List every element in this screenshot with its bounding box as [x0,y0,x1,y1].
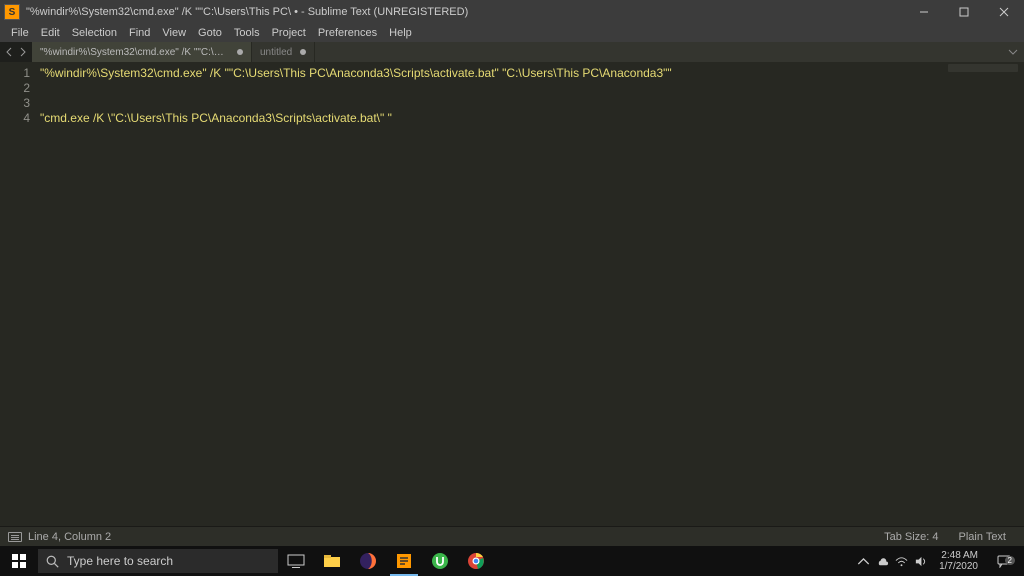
utorrent-button[interactable] [422,546,458,576]
tab-active[interactable]: "%windir%\System32\cmd.exe" /K ""C:\User… [32,42,252,62]
status-bar: Line 4, Column 2 Tab Size: 4 Plain Text [0,526,1024,546]
menu-preferences[interactable]: Preferences [313,27,382,39]
code-line[interactable]: "%windir%\System32\cmd.exe" /K ""C:\User… [40,66,1024,81]
status-tab-size[interactable]: Tab Size: 4 [874,531,948,543]
code-line[interactable] [40,96,1024,111]
tab-overflow[interactable] [315,42,1024,62]
volume-icon[interactable] [914,555,927,568]
system-tray[interactable]: 2:48 AM 1/7/2020 2 [851,546,1024,576]
status-position[interactable]: Line 4, Column 2 [28,531,111,543]
minimize-button[interactable] [904,0,944,24]
code-line[interactable] [40,81,1024,96]
menu-bar: File Edit Selection Find View Goto Tools… [0,24,1024,42]
line-number-gutter: 1 2 3 4 [0,62,40,526]
minimap[interactable] [948,64,1018,72]
onedrive-icon[interactable] [876,555,889,568]
search-placeholder: Type here to search [67,554,173,568]
menu-goto[interactable]: Goto [193,27,227,39]
menu-edit[interactable]: Edit [36,27,65,39]
tab-nav-arrows[interactable] [0,42,32,62]
windows-taskbar: Type here to search 2:48 AM 1/7/2020 2 [0,546,1024,576]
dirty-indicator-icon [237,49,243,55]
wifi-icon[interactable] [895,555,908,568]
window-titlebar: S "%windir%\System32\cmd.exe" /K ""C:\Us… [0,0,1024,24]
menu-find[interactable]: Find [124,27,155,39]
chevron-down-icon [1008,47,1018,57]
window-title: "%windir%\System32\cmd.exe" /K ""C:\User… [24,6,904,18]
taskbar-clock[interactable]: 2:48 AM 1/7/2020 [933,550,984,572]
tab-label: untitled [260,47,292,58]
dirty-indicator-icon [300,49,306,55]
task-view-button[interactable] [278,546,314,576]
menu-help[interactable]: Help [384,27,417,39]
tab-label: "%windir%\System32\cmd.exe" /K ""C:\User… [40,47,229,58]
code-editor[interactable]: 1 2 3 4 "%windir%\System32\cmd.exe" /K "… [0,62,1024,526]
sublime-button[interactable] [386,546,422,576]
status-syntax[interactable]: Plain Text [949,531,1017,543]
taskbar-search[interactable]: Type here to search [38,549,278,573]
maximize-button[interactable] [944,0,984,24]
menu-selection[interactable]: Selection [67,27,122,39]
close-button[interactable] [984,0,1024,24]
code-line[interactable]: "cmd.exe /K \"C:\Users\This PC\Anaconda3… [40,111,1024,126]
firefox-button[interactable] [350,546,386,576]
action-center-button[interactable]: 2 [990,554,1018,568]
tray-chevron-up-icon[interactable] [857,555,870,568]
menu-file[interactable]: File [6,27,34,39]
notification-badge: 2 [1005,556,1015,565]
tab-strip: "%windir%\System32\cmd.exe" /K ""C:\User… [0,42,1024,62]
menu-view[interactable]: View [157,27,191,39]
file-explorer-button[interactable] [314,546,350,576]
panel-switcher-icon[interactable] [8,532,22,542]
app-icon: S [4,4,20,20]
code-area[interactable]: "%windir%\System32\cmd.exe" /K ""C:\User… [40,62,1024,526]
menu-tools[interactable]: Tools [229,27,265,39]
chrome-button[interactable] [458,546,494,576]
menu-project[interactable]: Project [267,27,311,39]
search-icon [46,555,59,568]
tab-untitled[interactable]: untitled [252,42,315,62]
start-button[interactable] [0,546,38,576]
